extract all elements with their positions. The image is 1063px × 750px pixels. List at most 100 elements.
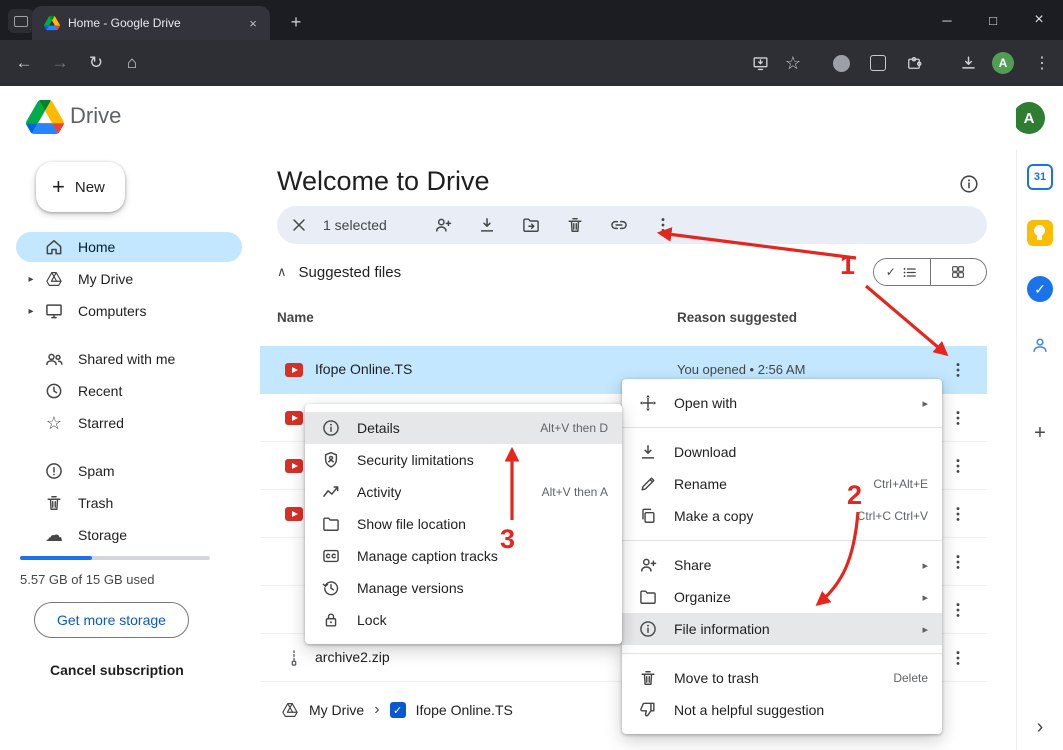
menu-item-rename[interactable]: Rename Ctrl+Alt+E	[622, 468, 942, 500]
grid-view-button[interactable]	[931, 259, 987, 285]
submenu-item-activity[interactable]: Activity Alt+V then A	[305, 476, 622, 508]
download-button[interactable]	[477, 213, 501, 237]
contacts-button[interactable]	[1027, 332, 1053, 358]
copy-link-button[interactable]	[609, 213, 633, 237]
person-icon	[1030, 335, 1050, 355]
row-more-button[interactable]	[948, 454, 972, 478]
row-more-button[interactable]	[948, 646, 972, 670]
extensions-button[interactable]	[902, 51, 926, 75]
submenu-item-show-file-location[interactable]: Show file location	[305, 508, 622, 540]
menu-item-move-to-trash[interactable]: Move to trash Delete	[622, 662, 942, 694]
get-more-storage-button[interactable]: Get more storage	[34, 602, 189, 638]
calendar-button[interactable]: 31	[1027, 164, 1053, 190]
history-icon	[321, 578, 341, 598]
column-header-reason[interactable]: Reason suggested	[677, 310, 797, 325]
row-more-button[interactable]	[948, 550, 972, 574]
browser-profile-avatar[interactable]: A	[992, 52, 1014, 74]
sidebar-item-storage[interactable]: ☁ Storage	[16, 520, 242, 550]
menu-item-open-with[interactable]: Open with ▸	[622, 387, 942, 419]
browser-home-button[interactable]: ⌂	[120, 51, 144, 75]
column-header-name[interactable]: Name	[277, 310, 314, 325]
tab-close-button[interactable]: ×	[244, 16, 262, 31]
folder-move-icon	[521, 215, 541, 235]
keep-notes-button[interactable]	[1027, 220, 1053, 246]
menu-item-label: Show file location	[357, 516, 608, 532]
drive-logo-icon[interactable]	[26, 99, 64, 135]
open-with-icon	[638, 393, 658, 413]
lock-icon	[321, 610, 341, 630]
tasks-button[interactable]: ✓	[1027, 276, 1053, 302]
forward-button[interactable]: →	[48, 51, 72, 75]
link-icon	[609, 215, 629, 235]
menu-item-file-information[interactable]: File information ▸	[622, 613, 942, 645]
info-button[interactable]	[958, 172, 982, 196]
move-button[interactable]	[521, 213, 545, 237]
window-maximize-button[interactable]: □	[970, 0, 1016, 40]
clear-selection-button[interactable]	[289, 215, 313, 235]
window-close-button[interactable]: ×	[1016, 0, 1062, 40]
extension-icon-1[interactable]	[829, 51, 853, 75]
row-more-button[interactable]	[948, 406, 972, 430]
window-minimize-button[interactable]: ─	[924, 0, 970, 40]
extension-icon-2[interactable]	[866, 51, 890, 75]
puzzle-icon	[905, 54, 923, 72]
sidebar-item-my-drive[interactable]: ▸ My Drive	[16, 264, 242, 294]
get-add-ons-button[interactable]: +	[1027, 420, 1053, 446]
sidebar-item-recent[interactable]: Recent	[16, 376, 242, 406]
list-view-button[interactable]: ✓	[874, 259, 930, 285]
menu-item-not-helpful-suggestion[interactable]: Not a helpful suggestion	[622, 694, 942, 726]
browser-tab[interactable]: Home - Google Drive ×	[32, 6, 270, 40]
downloads-button[interactable]	[956, 51, 980, 75]
bread​crumb-root[interactable]: My Drive	[309, 702, 364, 718]
sidebar-item-label: Storage	[78, 527, 127, 543]
menu-item-share[interactable]: Share ▸	[622, 549, 942, 581]
info-icon	[321, 418, 341, 438]
menu-item-shortcut: Alt+V then A	[542, 485, 608, 499]
sidebar-item-computers[interactable]: ▸ Computers	[16, 296, 242, 326]
menu-item-download[interactable]: Download	[622, 436, 942, 468]
sidebar-item-label: Recent	[78, 383, 122, 399]
account-avatar[interactable]: A	[1013, 102, 1045, 134]
new-tab-button[interactable]: +	[284, 10, 308, 34]
sidebar-item-label: Computers	[78, 303, 146, 319]
row-more-button[interactable]	[948, 598, 972, 622]
more-actions-button[interactable]	[653, 213, 677, 237]
sidebar-item-home[interactable]: Home	[16, 232, 242, 262]
storage-usage-text: 5.57 GB of 15 GB used	[20, 572, 154, 587]
sidebar-item-starred[interactable]: ☆ Starred	[16, 408, 242, 438]
reload-button[interactable]: ↻	[84, 51, 108, 75]
tab-actions-button[interactable]	[8, 9, 34, 33]
sidebar-item-spam[interactable]: Spam	[16, 456, 242, 486]
suggested-files-toggle[interactable]: ∧ Suggested files	[277, 258, 401, 286]
expand-arrow-icon[interactable]: ▸	[22, 274, 40, 285]
new-button[interactable]: + New	[36, 162, 125, 212]
sidebar-item-shared-with-me[interactable]: Shared with me	[16, 344, 242, 374]
drive-sidebar: + New Home ▸ My Drive ▸ Computers Shared…	[0, 150, 256, 750]
row-more-button[interactable]	[948, 502, 972, 526]
share-button[interactable]	[433, 213, 457, 237]
hide-side-panel-button[interactable]: ›	[1027, 714, 1053, 740]
forward-icon: →	[52, 53, 69, 73]
delete-button[interactable]	[565, 213, 589, 237]
menu-item-make-a-copy[interactable]: Make a copy Ctrl+C Ctrl+V	[622, 500, 942, 532]
file-name: archive2.zip	[315, 649, 390, 665]
breadcrumb-current[interactable]: Ifope Online.TS	[416, 702, 513, 718]
row-more-button[interactable]	[948, 358, 972, 382]
selected-file-icon: ✓	[390, 702, 406, 718]
submenu-item-manage-caption-tracks[interactable]: Manage caption tracks	[305, 540, 622, 572]
bookmark-button[interactable]: ☆	[781, 51, 805, 75]
menu-item-organize[interactable]: Organize ▸	[622, 581, 942, 613]
cancel-subscription-link[interactable]: Cancel subscription	[50, 662, 184, 678]
expand-arrow-icon[interactable]: ▸	[22, 306, 40, 317]
browser-menu-button[interactable]: ⋮	[1030, 51, 1054, 75]
back-button[interactable]: ←	[12, 51, 36, 75]
submenu-item-manage-versions[interactable]: Manage versions	[305, 572, 622, 604]
sidebar-item-label: Spam	[78, 463, 115, 479]
sidebar-item-trash[interactable]: Trash	[16, 488, 242, 518]
selection-toolbar: 1 selected	[277, 206, 987, 244]
install-app-button[interactable]	[748, 51, 772, 75]
plus-icon: +	[1034, 422, 1046, 445]
submenu-item-security-limitations[interactable]: Security limitations	[305, 444, 622, 476]
submenu-item-details[interactable]: Details Alt+V then D	[305, 412, 622, 444]
submenu-item-lock[interactable]: Lock	[305, 604, 622, 636]
